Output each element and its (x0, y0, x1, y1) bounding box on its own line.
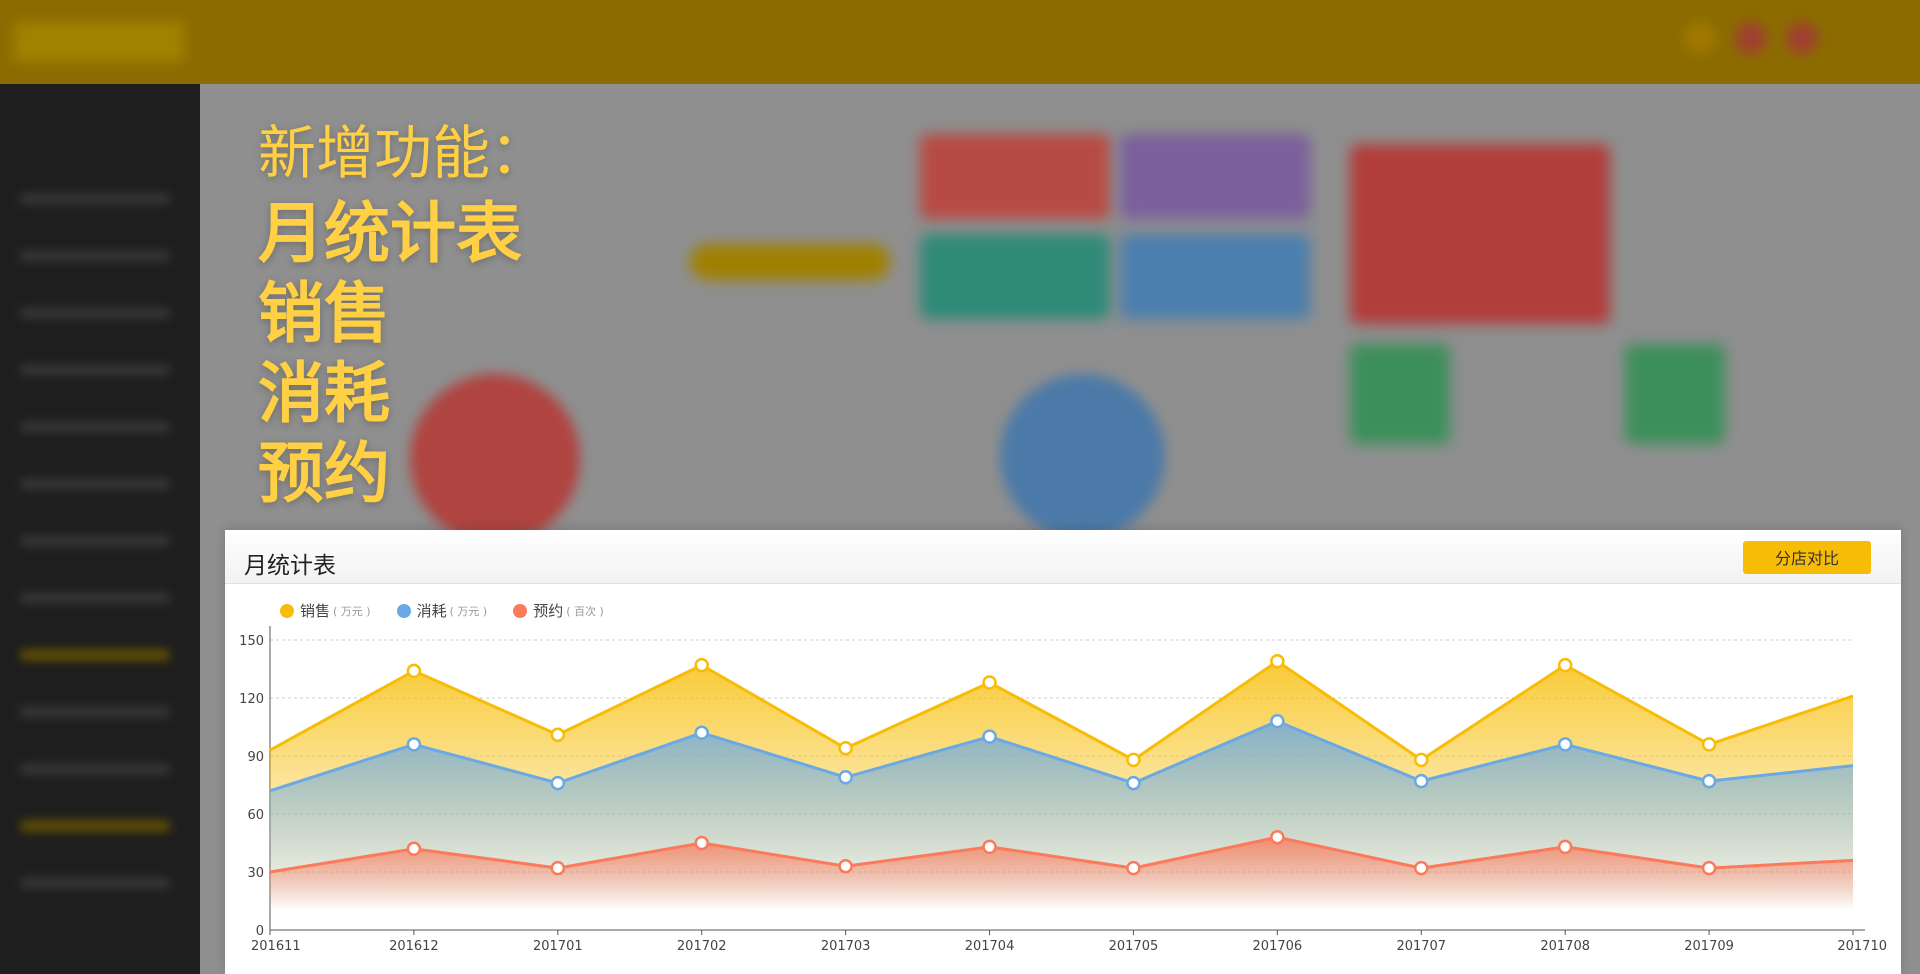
x-tick-label: 201702 (677, 939, 727, 954)
tile-card (1350, 344, 1450, 444)
data-point (982, 729, 997, 744)
headline-item-consumption: 消耗 (258, 355, 390, 432)
tile-card (1120, 134, 1310, 219)
x-tick-label: 201701 (533, 939, 583, 954)
sidebar-item (20, 821, 170, 831)
data-point (1701, 860, 1717, 876)
x-tick-label: 201710 (1837, 939, 1887, 954)
data-point (838, 770, 853, 785)
data-point (1126, 752, 1141, 768)
data-point (694, 657, 709, 673)
headline-item-monthly-table: 月统计表 (258, 195, 522, 272)
stat-circle (1000, 374, 1165, 539)
data-point (1414, 860, 1429, 876)
sidebar (0, 84, 200, 974)
y-tick-label: 30 (247, 866, 264, 881)
data-point (982, 839, 997, 855)
data-point (406, 841, 422, 857)
app-logo (14, 22, 184, 62)
x-tick-label: 201709 (1684, 939, 1734, 954)
data-point (1414, 773, 1429, 789)
x-tick-label: 201708 (1540, 939, 1590, 954)
data-point (1126, 860, 1141, 876)
tile-card (690, 244, 890, 280)
sidebar-item (20, 251, 170, 261)
tile-card (1120, 234, 1310, 319)
data-point (1270, 654, 1285, 669)
data-point (838, 858, 853, 874)
top-bar-icons (1670, 22, 1890, 58)
notification-icon (1684, 22, 1716, 54)
data-point (1701, 773, 1717, 789)
monthly-stats-panel: 月统计表 分店对比 销售 ( 万元 ) 消耗 ( 万元 ) 预约 ( 百次 ) … (225, 530, 1901, 974)
data-point (1126, 775, 1141, 791)
x-tick-label: 201611 (251, 939, 301, 954)
data-point (1414, 752, 1429, 768)
sidebar-item (20, 479, 170, 489)
message-icon (1735, 22, 1768, 54)
tile-card (920, 234, 1110, 319)
data-point (838, 741, 853, 756)
sidebar-item (20, 194, 170, 204)
tile-card (1625, 344, 1725, 444)
top-bar (0, 0, 1920, 84)
y-tick-label: 150 (239, 634, 264, 649)
sidebar-item (20, 422, 170, 432)
data-point (982, 675, 997, 690)
y-tick-label: 60 (247, 808, 264, 823)
y-tick-label: 120 (239, 692, 264, 707)
x-tick-label: 201704 (965, 939, 1015, 954)
data-point (406, 663, 422, 679)
data-point (1557, 839, 1573, 855)
x-tick-label: 201612 (389, 939, 439, 954)
x-tick-label: 201707 (1396, 939, 1446, 954)
data-point (694, 835, 709, 851)
feature-headline: 新增功能： 月统计表 销售 消耗 预约 (258, 118, 548, 514)
data-point (1270, 713, 1285, 729)
sidebar-item (20, 650, 170, 660)
sidebar-item (20, 764, 170, 774)
headline-item-sales: 销售 (258, 275, 390, 352)
tile-card (1350, 144, 1610, 324)
headline-item-booking: 预约 (258, 435, 390, 512)
y-tick-label: 90 (247, 750, 264, 765)
data-point (1557, 737, 1573, 752)
sidebar-item (20, 707, 170, 717)
user-icon (1786, 22, 1819, 54)
x-tick-label: 201705 (1109, 939, 1159, 954)
data-point (550, 775, 566, 791)
headline-intro: 新增功能： (258, 119, 549, 187)
data-point (550, 727, 566, 742)
sidebar-item (20, 536, 170, 546)
data-point (1557, 657, 1573, 673)
data-point (694, 725, 709, 741)
sidebar-item (20, 878, 170, 888)
sidebar-item (20, 593, 170, 603)
x-tick-label: 201706 (1253, 939, 1303, 954)
data-point (406, 737, 422, 752)
data-point (1270, 829, 1285, 845)
sidebar-menu (20, 194, 170, 935)
data-point (550, 860, 566, 876)
area-chart: 0 30 60 90 120 150 201611 201612 201701 201702 201… (239, 626, 1887, 954)
x-tick-label: 201703 (821, 939, 871, 954)
data-point (1701, 737, 1717, 752)
y-tick-label: 0 (256, 924, 264, 939)
sidebar-item (20, 308, 170, 318)
tile-card (920, 134, 1110, 219)
sidebar-item (20, 365, 170, 375)
